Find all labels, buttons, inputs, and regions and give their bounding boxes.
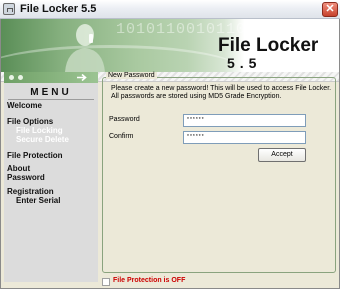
sidebar-item-welcome[interactable]: Welcome: [7, 101, 42, 110]
group-border: [102, 77, 336, 273]
wave-graphic: [1, 45, 241, 72]
sidebar-nav-bar: [4, 72, 98, 83]
sidebar-item-enter-serial[interactable]: Enter Serial: [16, 196, 60, 205]
header-banner: 10101100101101000 File Locker 5.5: [1, 19, 339, 72]
sidebar-item-file-options[interactable]: File Options: [7, 117, 53, 126]
sidebar-item-password[interactable]: Password: [7, 173, 45, 182]
confirm-label: Confirm: [109, 133, 134, 140]
banner-version: 5.5: [227, 55, 262, 71]
menu-divider: [8, 99, 94, 100]
lock-icon: [3, 3, 15, 15]
menu-heading: MENU: [30, 87, 72, 98]
sidebar-item-registration[interactable]: Registration: [7, 187, 54, 196]
file-protection-status: File Protection is OFF: [113, 277, 186, 284]
title-bar: File Locker 5.5 ✕: [0, 0, 340, 19]
accept-button[interactable]: Accept: [258, 148, 306, 162]
banner-title: File Locker: [218, 35, 319, 56]
back-nav-dot[interactable]: [9, 75, 14, 80]
file-protection-checkbox[interactable]: [102, 278, 110, 286]
close-button[interactable]: ✕: [322, 2, 338, 17]
window-title: File Locker 5.5: [20, 3, 97, 15]
sidebar-item-secure-delete: Secure Delete: [16, 135, 69, 144]
intro-text: Please create a new password! This will …: [111, 85, 333, 101]
password-label: Password: [109, 116, 140, 123]
sidebar-item-file-locking: File Locking: [16, 126, 63, 135]
confirm-field[interactable]: ******: [183, 131, 306, 144]
sidebar-item-about[interactable]: About: [7, 164, 30, 173]
forward-nav-dot[interactable]: [18, 75, 23, 80]
sidebar: MENU Welcome File Options File Locking S…: [4, 72, 98, 282]
password-field[interactable]: ******: [183, 114, 306, 127]
new-password-group: New Password Please create a new passwor…: [102, 72, 336, 273]
intro-line-2: All passwords are stored using MD5 Grade…: [111, 93, 282, 100]
sidebar-item-file-protection[interactable]: File Protection: [7, 151, 63, 160]
intro-line-1: Please create a new password! This will …: [111, 85, 332, 92]
arrow-right-icon[interactable]: [76, 73, 88, 82]
group-label: New Password: [106, 72, 157, 79]
person-photo: [65, 24, 105, 72]
